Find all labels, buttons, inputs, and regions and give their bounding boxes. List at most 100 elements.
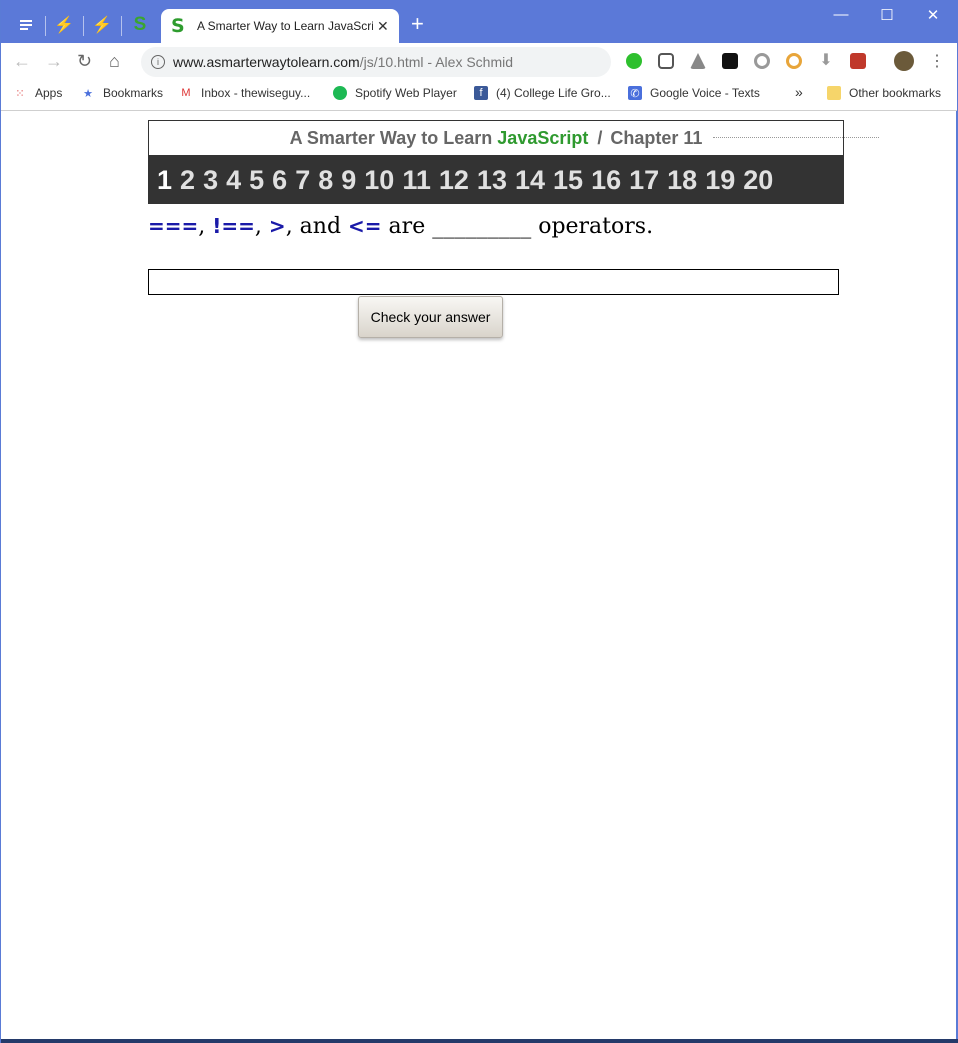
star-icon: ★	[83, 87, 93, 100]
question-separator: ,	[254, 214, 269, 239]
operator-strict-equal: ===	[148, 214, 199, 238]
chapter-link-11[interactable]: 11	[402, 165, 431, 196]
bookmark-label: (4) College Life Gro...	[496, 86, 611, 100]
header-javascript: JavaScript	[497, 127, 589, 148]
taskbar-edge	[1, 1039, 958, 1043]
title-bar: ⚡ ⚡ S S A Smarter Way to Learn JavaScrip…	[1, 0, 958, 43]
site-info-icon[interactable]: i	[151, 55, 165, 69]
site-favicon-icon: S	[171, 15, 185, 37]
address-bar[interactable]: i www.asmarterwaytolearn.com /js/10.html…	[141, 47, 611, 77]
operator-less-equal: <=	[348, 214, 382, 238]
chapter-link-10[interactable]: 10	[364, 165, 394, 196]
apps-grid-icon: ⁙	[15, 87, 25, 100]
url-path: /js/10.html - Alex Schmid	[359, 54, 514, 70]
chapter-link-16[interactable]: 16	[591, 165, 621, 196]
gmail-icon: M	[181, 87, 191, 99]
question-text: ===, !==, >, and <= are _________ operat…	[148, 214, 653, 239]
bookmark-label: Google Voice - Texts	[650, 86, 760, 100]
tab-title: A Smarter Way to Learn JavaScrip	[197, 19, 373, 33]
new-tab-button[interactable]: +	[411, 13, 424, 35]
chapter-link-1[interactable]: 1	[157, 165, 172, 196]
pinned-tab-smarter-way[interactable]: S	[129, 14, 151, 36]
check-answer-button[interactable]: Check your answer	[358, 296, 503, 338]
download-icon[interactable]: ⬇	[818, 53, 834, 69]
chapter-link-13[interactable]: 13	[477, 165, 507, 196]
chapter-link-2[interactable]: 2	[180, 165, 195, 196]
pocket-icon[interactable]	[658, 53, 674, 69]
header-separator: /	[597, 127, 603, 148]
back-arrow-icon[interactable]: ←	[13, 51, 31, 72]
browser-toolbar: ← → ↻ ⌂ i www.asmarterwaytolearn.com /js…	[1, 43, 957, 80]
more-menu-icon[interactable]: ⋮	[929, 51, 945, 71]
question-separator: , and	[285, 214, 349, 239]
dotted-divider	[713, 137, 879, 138]
chapter-link-19[interactable]: 19	[705, 165, 735, 196]
minimize-icon[interactable]: —	[831, 6, 851, 23]
maximize-icon[interactable]: ☐	[877, 6, 897, 24]
drive-icon[interactable]	[690, 53, 706, 69]
bookmark-label: Bookmarks	[103, 86, 164, 100]
pinned-tab-deviantart[interactable]: ⚡	[53, 14, 75, 36]
tab-separator	[121, 16, 122, 36]
bookmark-college-life[interactable]: f (4) College Life Gro...	[474, 86, 611, 100]
tab-separator	[83, 16, 84, 36]
bookmark-label: Spotify Web Player	[355, 86, 457, 100]
bookmark-apps[interactable]: ⁙ Apps	[13, 86, 62, 100]
bookmark-google-voice[interactable]: ✆ Google Voice - Texts	[628, 86, 760, 100]
chapter-navigation: 1 2 3 4 5 6 7 8 9 10 11 12 13 14 15 16 17 18 19 20	[148, 156, 844, 204]
home-icon[interactable]: ⌂	[109, 51, 120, 72]
bookmarks-bar: ⁙ Apps ★ Bookmarks M Inbox - thewiseguy.…	[1, 80, 957, 111]
jb-extension-icon[interactable]	[722, 53, 738, 69]
chapter-link-4[interactable]: 4	[226, 165, 241, 196]
bookmarks-overflow-button[interactable]: »	[795, 84, 803, 100]
question-separator: ,	[198, 214, 213, 239]
bookmark-other[interactable]: Other bookmarks	[827, 86, 941, 100]
bookmark-bookmarks[interactable]: ★ Bookmarks	[81, 86, 163, 100]
page-header: A Smarter Way to Learn JavaScript / Chap…	[148, 120, 844, 156]
chapter-link-20[interactable]: 20	[743, 165, 773, 196]
question-rest: are _________ operators.	[381, 214, 654, 239]
chapter-link-12[interactable]: 12	[439, 165, 469, 196]
tab-active[interactable]: S A Smarter Way to Learn JavaScrip ✕	[161, 9, 399, 43]
forward-arrow-icon[interactable]: →	[45, 51, 63, 72]
bookmark-book-icon[interactable]	[850, 53, 866, 69]
chapter-link-14[interactable]: 14	[515, 165, 545, 196]
pinned-tab-deviantart-2[interactable]: ⚡	[91, 14, 113, 36]
close-window-icon[interactable]: ✕	[923, 6, 943, 24]
chapter-link-8[interactable]: 8	[318, 165, 333, 196]
reload-icon[interactable]: ↻	[77, 51, 92, 72]
s-icon: S	[133, 14, 147, 35]
chapter-link-18[interactable]: 18	[667, 165, 697, 196]
chapter-link-17[interactable]: 17	[629, 165, 659, 196]
answer-input[interactable]	[148, 269, 839, 295]
header-chapter: Chapter 11	[610, 127, 703, 148]
hexagon-extension-icon[interactable]	[754, 53, 770, 69]
deviantart-icon: ⚡	[92, 17, 112, 34]
operator-greater-than: >	[268, 214, 286, 238]
bookmark-label: Inbox - thewiseguy...	[201, 86, 311, 100]
url-host: www.asmarterwaytolearn.com	[173, 54, 360, 70]
spotify-icon	[333, 86, 347, 100]
bookmark-label: Other bookmarks	[849, 86, 942, 100]
chapter-link-7[interactable]: 7	[295, 165, 310, 196]
extension-green-icon[interactable]	[626, 53, 642, 69]
chapter-link-3[interactable]: 3	[203, 165, 218, 196]
facebook-icon: f	[474, 86, 488, 100]
chapter-link-6[interactable]: 6	[272, 165, 287, 196]
profile-avatar[interactable]	[894, 51, 914, 71]
phone-icon: ✆	[628, 86, 642, 100]
bookmark-label: Apps	[35, 86, 63, 100]
browser-window: ⚡ ⚡ S S A Smarter Way to Learn JavaScrip…	[0, 0, 958, 1043]
tab-separator	[45, 16, 46, 36]
menu-icon	[20, 20, 32, 30]
chapter-link-15[interactable]: 15	[553, 165, 583, 196]
chrome-extension-icon[interactable]	[786, 53, 802, 69]
bookmark-inbox[interactable]: M Inbox - thewiseguy...	[179, 86, 310, 100]
chapter-link-5[interactable]: 5	[249, 165, 264, 196]
close-tab-icon[interactable]: ✕	[377, 18, 389, 35]
operator-strict-not-equal: !==	[212, 214, 255, 238]
bookmark-spotify[interactable]: Spotify Web Player	[333, 86, 457, 100]
tab-search-menu-icon[interactable]	[15, 14, 37, 36]
chapter-link-9[interactable]: 9	[341, 165, 356, 196]
header-prefix: A Smarter Way to Learn	[289, 127, 493, 148]
